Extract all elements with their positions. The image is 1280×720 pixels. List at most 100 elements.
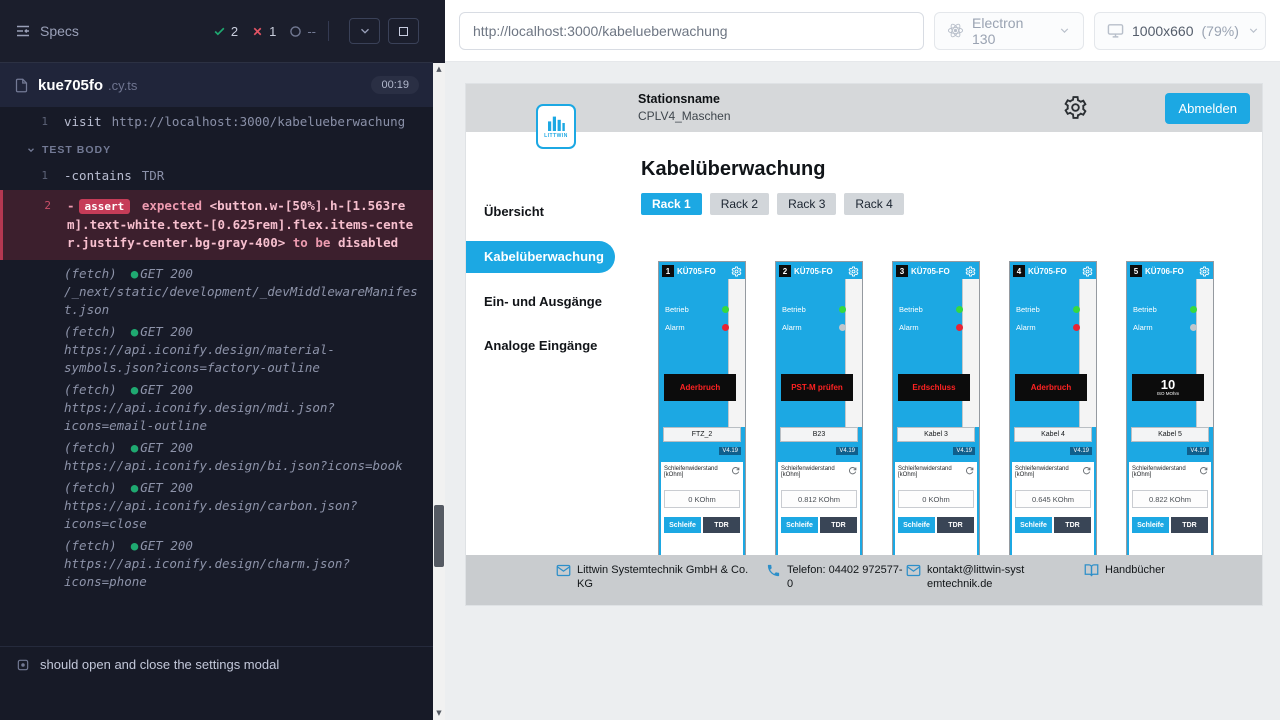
x-icon (251, 25, 264, 38)
device-card-3: 3 KÜ705-FO Betrieb Alarm Erdschluss Kabe… (892, 261, 980, 555)
browser-toolbar: http://localhost:3000/kabelueberwachung … (445, 0, 1280, 62)
fetch-log-row[interactable]: (fetch)●GET 200 https://api.iconify.desi… (0, 437, 433, 477)
led-strip (1079, 279, 1096, 427)
device-number: 1 (662, 265, 674, 277)
refresh-icon[interactable] (848, 466, 857, 475)
spec-file-icon (14, 78, 29, 93)
scroll-up-arrow[interactable]: ▲ (433, 63, 445, 76)
refresh-icon[interactable] (1199, 466, 1208, 475)
runner-header: Specs 2 1 -- (0, 0, 433, 63)
tdr-button[interactable]: TDR (1171, 517, 1208, 533)
cable-name: B23 (780, 427, 858, 442)
settings-gear-icon[interactable] (1063, 95, 1088, 120)
device-model: KÜ705-FO (1028, 267, 1067, 276)
device-card-4: 4 KÜ705-FO Betrieb Alarm Aderbruch Kabel… (1009, 261, 1097, 555)
main-content: Kabelüberwachung Rack 1 Rack 2 Rack 3 Ra… (621, 132, 1262, 555)
sidebar-item-kabelueberwachung[interactable]: Kabelüberwachung (466, 241, 615, 273)
mail-icon (556, 563, 571, 578)
refresh-icon[interactable] (731, 466, 740, 475)
schleife-button[interactable]: Schleife (781, 517, 818, 533)
sidebar-item-ein-und-ausgaenge[interactable]: Ein- und Ausgänge (466, 287, 621, 317)
fetch-log-row[interactable]: (fetch)●GET 200 /_next/static/developmen… (0, 263, 433, 321)
refresh-icon[interactable] (965, 466, 974, 475)
led-strip (845, 279, 862, 427)
tdr-button[interactable]: TDR (703, 517, 740, 533)
pending-circle-icon (289, 25, 302, 38)
device-number: 2 (779, 265, 791, 277)
sidebar-item-analoge-eingaenge[interactable]: Analoge Eingänge (466, 331, 621, 361)
specs-label: Specs (40, 23, 79, 39)
device-settings-icon[interactable] (1199, 266, 1210, 277)
schleife-button[interactable]: Schleife (664, 517, 701, 533)
status-ok-dot: ● (131, 440, 139, 455)
url-input[interactable]: http://localhost:3000/kabelueberwachung (459, 12, 924, 50)
assert-state: disabled (338, 235, 398, 250)
browser-select[interactable]: Electron 130 (934, 12, 1084, 50)
tab-rack-3[interactable]: Rack 3 (777, 193, 836, 215)
firmware-version: V4.19 (1070, 447, 1092, 455)
phone-icon (766, 563, 781, 578)
status-display: Aderbruch (664, 374, 736, 401)
device-model: KÜ706-FO (1145, 267, 1184, 276)
app-header: LITTWIN Stationsname CPLV4_Maschen Abmel… (466, 84, 1262, 132)
manuals-link[interactable]: Handbücher (1084, 564, 1165, 578)
visit-command-row[interactable]: 1 visithttp://localhost:3000/kabelueberw… (0, 111, 433, 133)
fetch-log-row[interactable]: (fetch)●GET 200 https://api.iconify.desi… (0, 535, 433, 593)
runner-scrollbar: ▲ ▼ (433, 0, 445, 720)
fetch-log-row[interactable]: (fetch)●GET 200 https://api.iconify.desi… (0, 379, 433, 437)
fetch-log-row[interactable]: (fetch)●GET 200 https://api.iconify.desi… (0, 477, 433, 535)
tab-rack-1[interactable]: Rack 1 (641, 193, 702, 215)
alarm-led (722, 324, 729, 331)
viewport-select[interactable]: 1000x660 (79%) (1094, 12, 1266, 50)
spec-timer: 00:19 (371, 76, 419, 94)
device-settings-icon[interactable] (1082, 266, 1093, 277)
collapsed-test-row[interactable]: should open and close the settings modal (0, 646, 433, 682)
schleife-button[interactable]: Schleife (898, 517, 935, 533)
pending-count: -- (289, 24, 316, 39)
schleife-button[interactable]: Schleife (1132, 517, 1169, 533)
firmware-version: V4.19 (836, 447, 858, 455)
resistance-value: 0 KOhm (664, 490, 740, 508)
device-settings-icon[interactable] (731, 266, 742, 277)
resistance-value: 0.822 KOhm (1132, 490, 1208, 508)
spec-header[interactable]: kue705fo .cy.ts 00:19 (0, 63, 433, 107)
command-log: 1 visithttp://localhost:3000/kabelueberw… (0, 107, 433, 593)
scroll-to-bottom-button[interactable] (349, 18, 380, 44)
device-number: 4 (1013, 265, 1025, 277)
tdr-button[interactable]: TDR (1054, 517, 1091, 533)
logout-button[interactable]: Abmelden (1165, 93, 1250, 124)
betrieb-led (839, 306, 846, 313)
schleife-button[interactable]: Schleife (1015, 517, 1052, 533)
resistance-value: 0 KOhm (898, 490, 974, 508)
scroll-down-arrow[interactable]: ▼ (433, 707, 445, 720)
tdr-button[interactable]: TDR (820, 517, 857, 533)
scrollbar-track[interactable]: ▲ ▼ (433, 63, 445, 720)
betrieb-led (956, 306, 963, 313)
app-under-test: LITTWIN Stationsname CPLV4_Maschen Abmel… (466, 84, 1262, 605)
specs-back-link[interactable]: Specs (14, 22, 79, 40)
littwin-logo: LITTWIN (536, 104, 576, 149)
device-card-1: 1 KÜ705-FO Betrieb Alarm Aderbruch FTZ_2… (658, 261, 746, 555)
tdr-button[interactable]: TDR (937, 517, 974, 533)
specs-list-icon (14, 22, 32, 40)
device-cards: 1 KÜ705-FO Betrieb Alarm Aderbruch FTZ_2… (658, 261, 1262, 555)
device-settings-icon[interactable] (848, 266, 859, 277)
stop-button[interactable] (388, 18, 419, 44)
scrollbar-thumb[interactable] (434, 505, 444, 567)
tab-rack-2[interactable]: Rack 2 (710, 193, 769, 215)
measurement-panel: Schleifenwiderstand [kOhm] 0 KOhm Schlei… (661, 462, 743, 555)
phone-link[interactable]: Telefon: 04402 972577-0 (766, 564, 906, 592)
test-body-section[interactable]: TEST BODY (0, 133, 433, 165)
cypress-runner-panel: Specs 2 1 -- (0, 0, 433, 720)
email-link[interactable]: kontakt@littwin-systemtechnik.de (906, 564, 1084, 592)
contains-command-row[interactable]: 1 -containsTDR (0, 165, 433, 187)
sidebar-item-uebersicht[interactable]: Übersicht (466, 197, 621, 227)
tab-rack-4[interactable]: Rack 4 (844, 193, 903, 215)
cable-name: Kabel 5 (1131, 427, 1209, 442)
refresh-icon[interactable] (1082, 466, 1091, 475)
fetch-log-row[interactable]: (fetch)●GET 200 https://api.iconify.desi… (0, 321, 433, 379)
page-title: Kabelüberwachung (641, 158, 1262, 181)
failed-assert-row[interactable]: 2 -assert expected <button.w-[50%].h-[1.… (0, 190, 433, 260)
spec-name: kue705fo (38, 77, 103, 94)
device-settings-icon[interactable] (965, 266, 976, 277)
